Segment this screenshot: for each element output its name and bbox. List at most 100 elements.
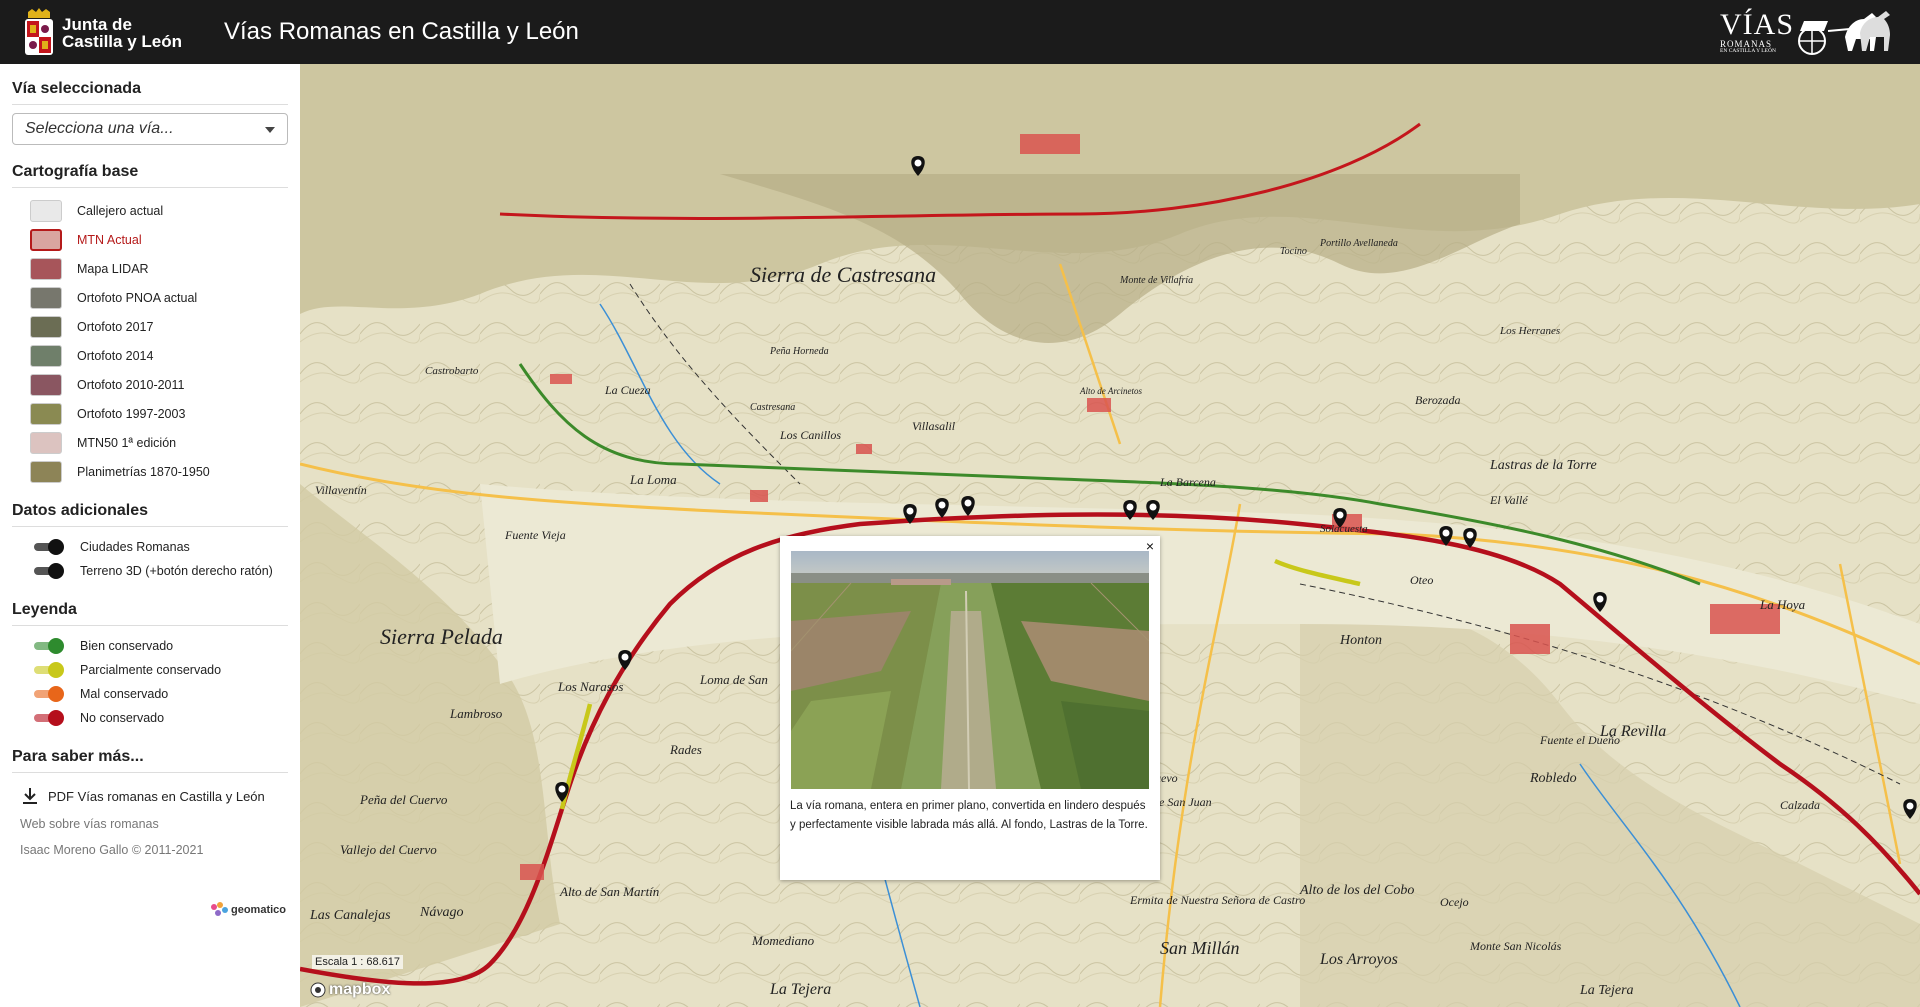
map-place-label: Ocejo	[1440, 895, 1469, 909]
via-select[interactable]: Selecciona una vía...	[12, 113, 288, 145]
coat-of-arms-icon	[25, 8, 53, 55]
map-place-label: Rades	[669, 742, 702, 757]
legend-label: Bien conservado	[80, 639, 174, 653]
layer-label: Ortofoto PNOA actual	[77, 290, 198, 305]
layer-thumbnail	[30, 402, 62, 425]
via-select-placeholder: Selecciona una vía...	[25, 120, 174, 137]
map-place-label: Castrobarto	[425, 365, 479, 377]
layer-thumbnail	[30, 199, 62, 222]
junta-logo[interactable]: Junta de Castilla y León	[22, 6, 182, 60]
web-link[interactable]: Web sobre vías romanas	[12, 811, 288, 837]
map-place-label: Lambroso	[449, 706, 503, 721]
legend-switch[interactable]	[34, 710, 64, 726]
map-place-label: Peña Horneda	[769, 346, 829, 357]
logo-line-1: Junta de	[62, 15, 132, 34]
layer-mtn50[interactable]: MTN50 1ª edición	[12, 428, 288, 457]
vias-romanas-logo[interactable]: VÍAS ROMANAS EN CASTILLA Y LEÓN	[1720, 6, 1900, 58]
brand-title: VÍAS	[1720, 7, 1795, 41]
chevron-down-icon	[265, 127, 275, 133]
legend-no-conservado[interactable]: No conservado	[12, 706, 288, 730]
layer-label: Callejero actual	[77, 203, 164, 218]
geomatico-label: geomatico	[230, 904, 286, 916]
map-place-label: La Tejera	[769, 981, 831, 998]
base-layer-list: Callejero actual MTN Actual Mapa LIDAR O…	[12, 196, 288, 486]
layer-thumbnail	[30, 460, 62, 483]
layer-label: Ortofoto 2010-2011	[77, 377, 185, 392]
map-place-label: Loma de San	[699, 672, 768, 687]
map-place-label: Monte de Villafría	[1119, 275, 1193, 286]
layer-ortofoto-1997[interactable]: Ortofoto 1997-2003	[12, 399, 288, 428]
info-popup: × La vía romana, entera en primer plano,…	[780, 536, 1160, 880]
map-place-label: Las Canalejas	[309, 908, 391, 923]
legend-label: No conservado	[80, 711, 165, 725]
map-place-label: Los Herranes	[1499, 325, 1560, 337]
toggle-switch[interactable]	[34, 539, 64, 555]
layer-thumbnail	[30, 373, 62, 396]
mapbox-label: mapbox	[329, 981, 391, 998]
layer-thumbnail	[30, 228, 62, 251]
map-place-label: Los Arroyos	[1319, 951, 1398, 968]
layer-ortofoto-2014[interactable]: Ortofoto 2014	[12, 341, 288, 370]
map-place-label: Oteo	[1410, 573, 1433, 587]
layer-ortofoto-2017[interactable]: Ortofoto 2017	[12, 312, 288, 341]
map-canvas[interactable]: Sierra de Castresana Castrobarto Castresan…	[300, 64, 1920, 1007]
map-place-label: Solacuesta	[1320, 523, 1368, 535]
map-place-label: Berozada	[1415, 393, 1461, 407]
layer-thumbnail	[30, 431, 62, 454]
geomatico-icon	[210, 902, 228, 916]
section-title-datos: Datos adicionales	[12, 502, 288, 527]
layer-thumbnail	[30, 286, 62, 309]
legend-parcialmente-conservado[interactable]: Parcialmente conservado	[12, 658, 288, 682]
layer-label: MTN Actual	[77, 232, 142, 247]
toggle-label: Terreno 3D (+botón derecho ratón)	[80, 564, 273, 578]
legend-switch[interactable]	[34, 662, 64, 678]
pdf-link-label: PDF Vías romanas en Castilla y León	[48, 788, 265, 804]
layer-callejero[interactable]: Callejero actual	[12, 196, 288, 225]
map-place-label: Alto de los del Cobo	[1299, 883, 1414, 898]
section-title-cartografia: Cartografía base	[12, 163, 288, 188]
map-place-label: Tocino	[1280, 246, 1307, 257]
map-place-label: Monte San Nicolás	[1469, 939, 1562, 953]
download-icon	[23, 788, 37, 804]
toggle-ciudades-romanas[interactable]: Ciudades Romanas	[12, 535, 288, 559]
map-place-label: Návago	[419, 905, 464, 920]
legend-mal-conservado[interactable]: Mal conservado	[12, 682, 288, 706]
map-place-label: Ermita de Nuestra Señora de Castro	[1129, 893, 1305, 907]
map-place-label: La Loma	[629, 472, 677, 487]
map-place-label: Alto de San Martín	[559, 884, 659, 899]
toggle-terreno-3d[interactable]: Terreno 3D (+botón derecho ratón)	[12, 559, 288, 583]
layer-planimetrias[interactable]: Planimetrías 1870-1950	[12, 457, 288, 486]
legend-switch[interactable]	[34, 686, 64, 702]
map-place-label: La Cueza	[604, 383, 651, 397]
layer-label: MTN50 1ª edición	[77, 435, 177, 450]
section-title-leyenda: Leyenda	[12, 601, 288, 626]
map-place-label: Villaventín	[315, 483, 367, 497]
layer-label: Ortofoto 2017	[77, 319, 154, 334]
layer-lidar[interactable]: Mapa LIDAR	[12, 254, 288, 283]
map-place-label: Fuente Vieja	[504, 528, 566, 542]
popup-caption: La vía romana, entera en primer plano, c…	[790, 800, 1148, 831]
map-place-label: Sierra de Castresana	[750, 262, 936, 287]
map-place-label: Sierra Pelada	[380, 624, 503, 649]
logo-line-2: Castilla y León	[62, 32, 182, 51]
legend-switch[interactable]	[34, 638, 64, 654]
map-place-label: Castresana	[750, 402, 795, 413]
toggle-switch[interactable]	[34, 563, 64, 579]
pdf-link[interactable]: PDF Vías romanas en Castilla y León	[12, 781, 288, 811]
layer-thumbnail	[30, 315, 62, 338]
map-place-label: El Vallé	[1489, 493, 1528, 507]
section-title-via: Vía seleccionada	[12, 80, 288, 105]
layer-ortofoto-2010[interactable]: Ortofoto 2010-2011	[12, 370, 288, 399]
map-place-label: Portillo Avellaneda	[1319, 238, 1398, 249]
legend-bien-conservado[interactable]: Bien conservado	[12, 634, 288, 658]
geomatico-logo[interactable]: geomatico	[209, 901, 286, 919]
map-place-label: Calzada	[1780, 798, 1820, 812]
map-place-label: La Tejera	[1579, 983, 1634, 998]
aerial-photo	[791, 551, 1149, 789]
mapbox-attribution[interactable]: mapbox	[310, 981, 390, 999]
layer-mtn-actual[interactable]: MTN Actual	[12, 225, 288, 254]
layer-label: Mapa LIDAR	[77, 261, 149, 276]
top-bar: Junta de Castilla y León Vías Romanas en…	[0, 0, 1920, 64]
layer-pnoa-actual[interactable]: Ortofoto PNOA actual	[12, 283, 288, 312]
layer-label: Ortofoto 1997-2003	[77, 406, 186, 421]
